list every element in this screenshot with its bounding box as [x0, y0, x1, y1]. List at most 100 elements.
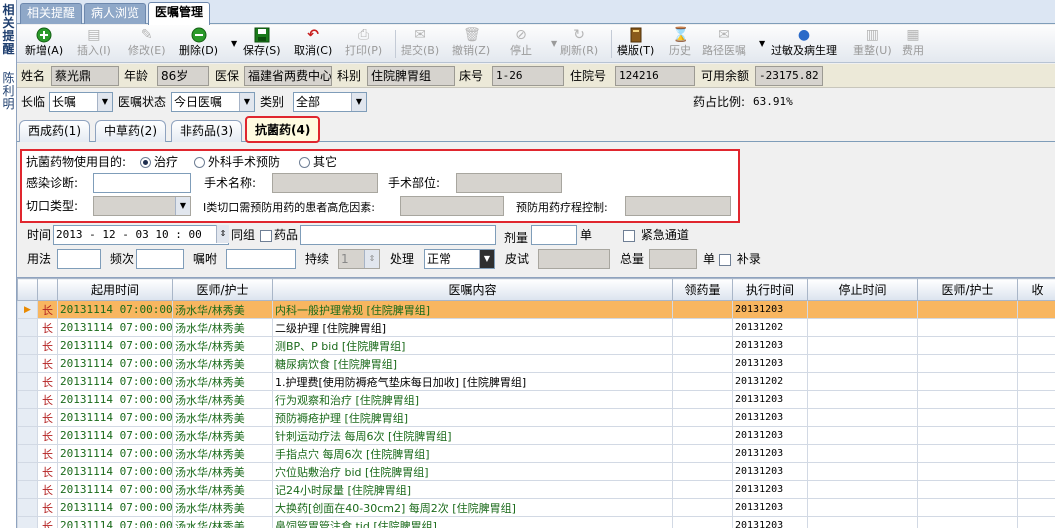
revoke-button[interactable]: 🗑 撤销(Z) — [452, 27, 490, 61]
drug-checkbox[interactable]: 药品 — [260, 225, 298, 245]
infection-diagnosis-input[interactable] — [93, 173, 191, 193]
handle-select[interactable]: 正常 ▼ — [424, 249, 495, 269]
surgery-name-input[interactable] — [272, 173, 378, 193]
row-indicator — [17, 426, 38, 445]
table-header-row: 起用时间 医师/护士 医嘱内容 领药量 执行时间 停止时间 医师/护士 收 — [17, 278, 1055, 301]
stop-doctor-cell — [917, 426, 1018, 445]
column-header-doctor-nurse[interactable]: 医师/护士 — [172, 278, 273, 301]
course-control-input[interactable] — [625, 196, 731, 216]
emergency-label: 紧急通道 — [640, 228, 689, 242]
stop-time-cell — [807, 444, 918, 463]
chevron-down-icon[interactable]: ▼ — [551, 39, 557, 48]
category-select[interactable]: 全部 ▼ — [293, 92, 367, 112]
stop-button[interactable]: ⊘ 停止 — [510, 27, 532, 61]
revoke-label: 撤销(Z) — [452, 44, 491, 57]
submit-button[interactable]: ✉ 提交(B) — [401, 27, 439, 61]
table-row[interactable]: 长 20131114 07:00:00 汤水华/林秀美 针刺运动疗法 每周6次 [住院… — [17, 426, 1055, 445]
start-time-cell: 20131114 07:00:00 — [57, 354, 173, 373]
table-row[interactable]: 长 20131114 07:00:00 汤水华/林秀美 二级护理 [住院脾胃组] 201… — [17, 318, 1055, 337]
new-button[interactable]: 新增(A) — [25, 27, 63, 61]
duration-stepper[interactable]: 1 ⇕ — [338, 249, 380, 269]
surgery-site-input[interactable] — [456, 173, 562, 193]
row-indicator — [17, 480, 38, 499]
usage-label: 用法 — [27, 252, 52, 266]
table-row[interactable]: 长 20131114 07:00:00 汤水华/林秀美 鼻饲管胃管注食 tid [住院… — [17, 516, 1055, 528]
table-row[interactable]: 长 20131114 07:00:00 汤水华/林秀美 测BP、P bid [住院脾胃… — [17, 336, 1055, 355]
template-button[interactable]: 模版(T) — [617, 27, 654, 61]
table-row[interactable]: 长 20131114 07:00:00 汤水华/林秀美 穴位贴敷治疗 bid [住院脾… — [17, 462, 1055, 481]
save-button[interactable]: 保存(S) — [243, 27, 281, 61]
toolbar-separator — [611, 30, 612, 58]
related-reminder-vertical-tab[interactable]: 相 关 提 醒 — [0, 4, 17, 56]
column-header-stop-time[interactable]: 停止时间 — [807, 278, 918, 301]
column-header-stop-doctor-nurse[interactable]: 医师/护士 — [917, 278, 1018, 301]
table-row[interactable]: 长 20131114 07:00:00 汤水华/林秀美 1.护理费[使用防褥疮气垫床每… — [17, 372, 1055, 391]
table-row[interactable]: 长 20131114 07:00:00 汤水华/林秀美 大换药[创面在40-30cm2… — [17, 498, 1055, 517]
incision-type-select[interactable]: ▼ — [93, 196, 191, 216]
tab-antibiotic[interactable]: 抗菌药(4) — [245, 116, 321, 143]
drug-input[interactable] — [300, 225, 496, 245]
purpose-surgery-radio[interactable]: 外科手术预防 — [194, 152, 280, 172]
table-row[interactable]: 长 20131114 07:00:00 汤水华/林秀美 记24小时尿量 [住院脾胃组]… — [17, 480, 1055, 499]
radio-label: 外科手术预防 — [208, 155, 281, 169]
tab-order-management[interactable]: 医嘱管理 — [148, 2, 211, 25]
fee-button[interactable]: ▦ 费用 — [902, 27, 924, 61]
print-button[interactable]: ⎙ 打印(P) — [345, 27, 382, 61]
modify-button[interactable]: ✎ 修改(E) — [128, 27, 166, 61]
tab-non-drug[interactable]: 非药品(3) — [171, 120, 242, 142]
cancel-button[interactable]: ↶ 取消(C) — [294, 27, 332, 61]
pathway-orders-button[interactable]: ✉ 路径医嘱 — [702, 27, 746, 61]
table-row[interactable]: 长 20131114 07:00:00 汤水华/林秀美 糖尿病饮食 [住院脾胃组] 20… — [17, 354, 1055, 373]
checkbox-icon — [623, 229, 635, 242]
table-row[interactable]: ▶ 长 20131114 07:00:00 汤水华/林秀美 内科一般护理常规 [住院脾胃… — [17, 300, 1055, 319]
chevron-down-icon[interactable]: ▼ — [231, 39, 237, 48]
longterm-select[interactable]: 长嘱 ▼ — [49, 92, 113, 112]
order-content-cell: 针刺运动疗法 每周6次 [住院脾胃组] — [272, 426, 673, 445]
table-row[interactable]: 长 20131114 07:00:00 汤水华/林秀美 手指点穴 每周6次 [住院脾胃… — [17, 444, 1055, 463]
stop-doctor-cell — [917, 516, 1018, 528]
emergency-checkbox[interactable]: 紧急通道 — [623, 225, 689, 245]
reorganize-button[interactable]: ▥ 重整(U) — [853, 27, 892, 61]
table-row[interactable]: 长 20131114 07:00:00 汤水华/林秀美 行为观察和治疗 [住院脾胃组]… — [17, 390, 1055, 409]
tab-patient-browse[interactable]: 病人浏览 — [84, 3, 147, 24]
allergy-pathophysiology-button[interactable]: ● 过敏及病生理 — [771, 27, 837, 61]
insert-button[interactable]: ▤ 插入(I) — [77, 27, 111, 61]
dispense-qty-cell — [672, 480, 733, 499]
time-input[interactable]: 2013 - 12 - 03 10 : 00 — [53, 225, 229, 245]
refresh-button[interactable]: ↻ 刷新(R) — [560, 27, 598, 61]
purpose-other-radio[interactable]: 其它 — [299, 152, 337, 172]
table-row[interactable]: 长 20131114 07:00:00 汤水华/林秀美 预防褥疮护理 [住院脾胃组] 2… — [17, 408, 1055, 427]
incision-type-label: 切口类型: — [26, 199, 79, 213]
doctor-nurse-cell: 汤水华/林秀美 — [172, 426, 273, 445]
dispense-qty-cell — [672, 336, 733, 355]
usage-input[interactable] — [57, 249, 101, 269]
time-spinner[interactable]: ⇕ — [215, 225, 229, 245]
tab-related-reminder[interactable]: 相关提醒 — [20, 3, 83, 24]
risk-factor-input[interactable] — [400, 196, 504, 216]
column-header-exec-time[interactable]: 执行时间 — [732, 278, 808, 301]
column-header-dispense-qty[interactable]: 领药量 — [672, 278, 733, 301]
chevron-down-icon[interactable]: ▼ — [759, 39, 765, 48]
supplement-checkbox[interactable]: 补录 — [719, 249, 761, 269]
chevron-down-icon: ▼ — [479, 250, 494, 268]
skin-test-input[interactable] — [538, 249, 610, 269]
status-select[interactable]: 今日医嘱 ▼ — [171, 92, 255, 112]
column-header-order-content[interactable]: 医嘱内容 — [272, 278, 673, 301]
dept-label: 科别 — [337, 69, 362, 83]
frequency-input[interactable] — [136, 249, 184, 269]
tab-western-medicine[interactable]: 西成药(1) — [19, 120, 90, 142]
tab-herbal-medicine[interactable]: 中草药(2) — [95, 120, 166, 142]
patient-name-field: 蔡光鼎 — [51, 66, 119, 86]
history-icon: ⌛ — [672, 27, 690, 43]
dose-input[interactable] — [531, 225, 577, 245]
column-header-extra[interactable]: 收 — [1017, 278, 1055, 301]
purpose-treatment-radio[interactable]: 治疗 — [140, 152, 178, 172]
row-indicator — [17, 354, 38, 373]
antibiotic-panel: 抗菌药物使用目的: 治疗 外科手术预防 其它 感染诊断: 手术名称: 手术部位:… — [20, 149, 740, 223]
column-header-start-time[interactable]: 起用时间 — [57, 278, 173, 301]
total-input[interactable] — [649, 249, 697, 269]
order-type-cell: 长 — [37, 336, 58, 355]
instruction-input[interactable] — [226, 249, 296, 269]
history-button[interactable]: ⌛ 历史 — [669, 27, 691, 61]
delete-button[interactable]: 删除(D) — [179, 27, 218, 61]
